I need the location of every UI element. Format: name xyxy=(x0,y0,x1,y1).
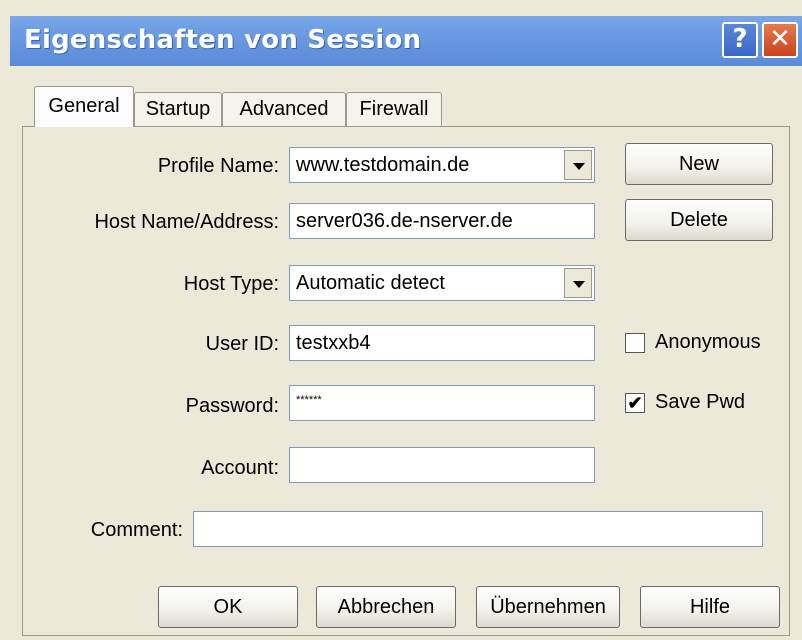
general-panel: Profile Name: www.testdomain.de New Host… xyxy=(22,126,790,636)
help-button[interactable]: Hilfe xyxy=(640,586,780,628)
save-pwd-checkbox[interactable]: ✔ xyxy=(625,393,645,413)
host-type-value: Automatic detect xyxy=(296,272,445,294)
host-type-label: Host Type: xyxy=(183,273,279,295)
help-icon[interactable]: ? xyxy=(722,22,758,58)
tab-advanced[interactable]: Advanced xyxy=(222,92,346,126)
close-icon[interactable]: ✕ xyxy=(762,22,798,58)
chevron-down-icon[interactable] xyxy=(564,268,592,298)
password-label: Password: xyxy=(185,395,279,417)
chevron-down-icon[interactable] xyxy=(564,150,592,180)
anonymous-checkbox[interactable] xyxy=(625,333,645,353)
title-bar[interactable]: Eigenschaften von Session ? ✕ xyxy=(10,16,802,66)
profile-name-value: www.testdomain.de xyxy=(296,154,470,176)
save-pwd-label: Save Pwd xyxy=(655,391,746,413)
tab-startup[interactable]: Startup xyxy=(134,92,222,126)
user-id-label: User ID: xyxy=(205,333,279,355)
properties-dialog: Eigenschaften von Session ? ✕ General St… xyxy=(0,0,802,640)
anonymous-label: Anonymous xyxy=(655,331,761,353)
comment-input[interactable] xyxy=(193,511,763,547)
profile-name-label: Profile Name: xyxy=(157,155,279,177)
dialog-client: General Startup Advanced Firewall Profil… xyxy=(10,66,802,640)
comment-label: Comment: xyxy=(90,519,183,541)
host-type-combo[interactable]: Automatic detect xyxy=(289,265,595,301)
window-title: Eigenschaften von Session xyxy=(24,25,422,55)
host-name-input[interactable]: server036.de-nserver.de xyxy=(289,203,595,239)
password-input[interactable]: ****** xyxy=(289,385,595,421)
account-label: Account: xyxy=(201,457,279,479)
tab-firewall[interactable]: Firewall xyxy=(346,92,442,126)
profile-name-combo[interactable]: www.testdomain.de xyxy=(289,147,595,183)
new-button[interactable]: New xyxy=(625,143,773,185)
ok-button[interactable]: OK xyxy=(158,586,298,628)
user-id-input[interactable]: testxxb4 xyxy=(289,325,595,361)
account-input[interactable] xyxy=(289,447,595,483)
tab-general[interactable]: General xyxy=(34,86,134,127)
delete-button[interactable]: Delete xyxy=(625,199,773,241)
apply-button[interactable]: Übernehmen xyxy=(476,586,620,628)
cancel-button[interactable]: Abbrechen xyxy=(316,586,456,628)
host-name-label: Host Name/Address: xyxy=(94,211,279,233)
